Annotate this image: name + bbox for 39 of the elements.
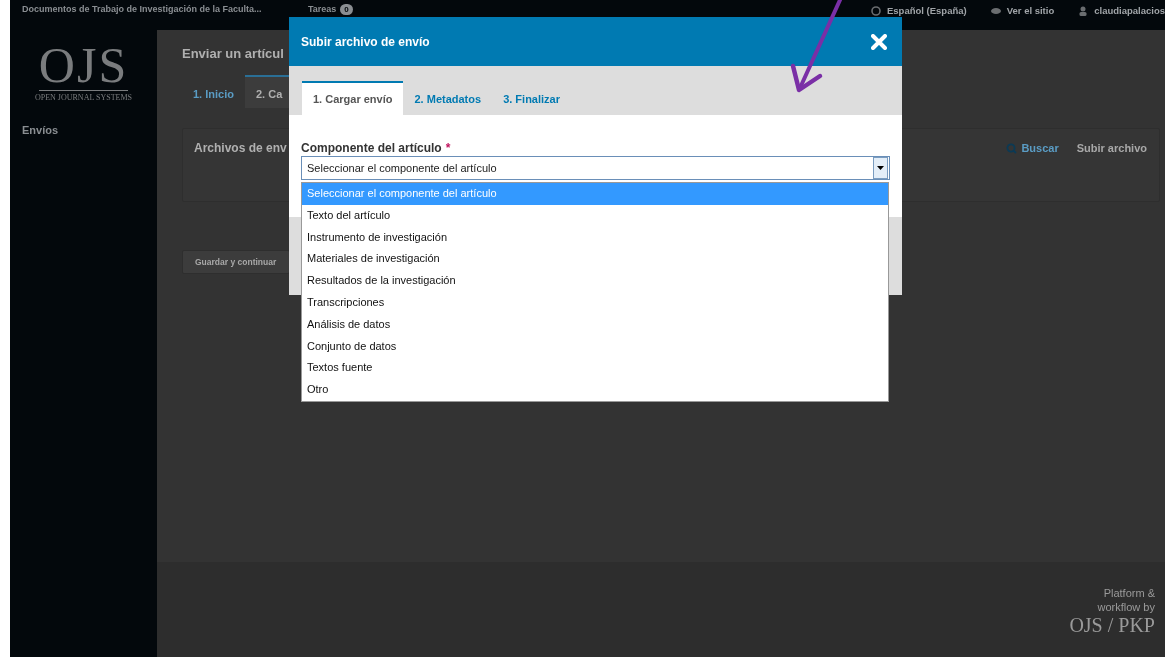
dialog-title: Subir archivo de envío	[301, 34, 430, 49]
footer-brand: OJS / PKP	[1069, 614, 1155, 636]
dropdown-option[interactable]: Materiales de investigación	[302, 248, 888, 271]
dialog-tab[interactable]: 1. Cargar envío	[302, 81, 404, 115]
dropdown-option[interactable]: Conjunto de datos	[302, 335, 888, 358]
dropdown-option[interactable]: Instrumento de investigación	[302, 226, 888, 249]
footer-text: Platform &	[1103, 586, 1155, 600]
dropdown-option[interactable]: Otro	[302, 379, 888, 401]
footer-text: workflow by	[1097, 600, 1155, 614]
globe-icon	[871, 5, 881, 16]
dropdown-option[interactable]: Textos fuente	[302, 357, 888, 380]
dropdown-option[interactable]: Transcripciones	[302, 292, 888, 314]
view-site-link[interactable]: Ver el sitio	[1006, 5, 1055, 16]
dialog-tab[interactable]: 3. Finalizar	[492, 81, 571, 115]
field-label: Componente del artículo	[301, 141, 442, 155]
dropdown-option[interactable]: Resultados de la investigación	[302, 270, 888, 292]
upload-file-link[interactable]: Subir archivo	[1076, 142, 1147, 154]
language-link[interactable]: Español (España)	[887, 5, 967, 16]
search-icon	[1006, 142, 1018, 154]
close-icon[interactable]	[871, 33, 887, 50]
user-link[interactable]: claudiapalacios	[1094, 5, 1165, 16]
step-tab[interactable]: 1. Inicio	[182, 75, 245, 108]
journal-title-link[interactable]: Documentos de Trabajo de Investigación de la Faculta...	[22, 4, 308, 15]
panel-title: Archivos de env	[194, 141, 287, 155]
page-heading: Enviar un artícul	[182, 46, 285, 61]
caret-icon	[877, 166, 884, 170]
dropdown-option[interactable]: Análisis de datos	[302, 313, 888, 336]
dropdown-option[interactable]: Texto del artículo	[302, 204, 888, 227]
search-link[interactable]: Buscar	[1006, 142, 1059, 154]
user-icon	[1078, 5, 1089, 16]
dialog-tab[interactable]: 2. Metadatos	[403, 81, 493, 115]
component-select[interactable]: Seleccionar el componente del artículo	[301, 156, 890, 180]
save-continue-button[interactable]: Guardar y continuar	[182, 250, 290, 274]
tasks-count-badge: 0	[340, 4, 353, 15]
ojs-logo[interactable]: OJS OPEN JOURNAL SYSTEMS	[28, 40, 139, 102]
eye-icon	[990, 5, 1001, 16]
tasks-link[interactable]: Tareas	[308, 4, 337, 15]
sidebar-item[interactable]: Envíos	[22, 124, 157, 136]
required-mark: *	[445, 141, 451, 155]
